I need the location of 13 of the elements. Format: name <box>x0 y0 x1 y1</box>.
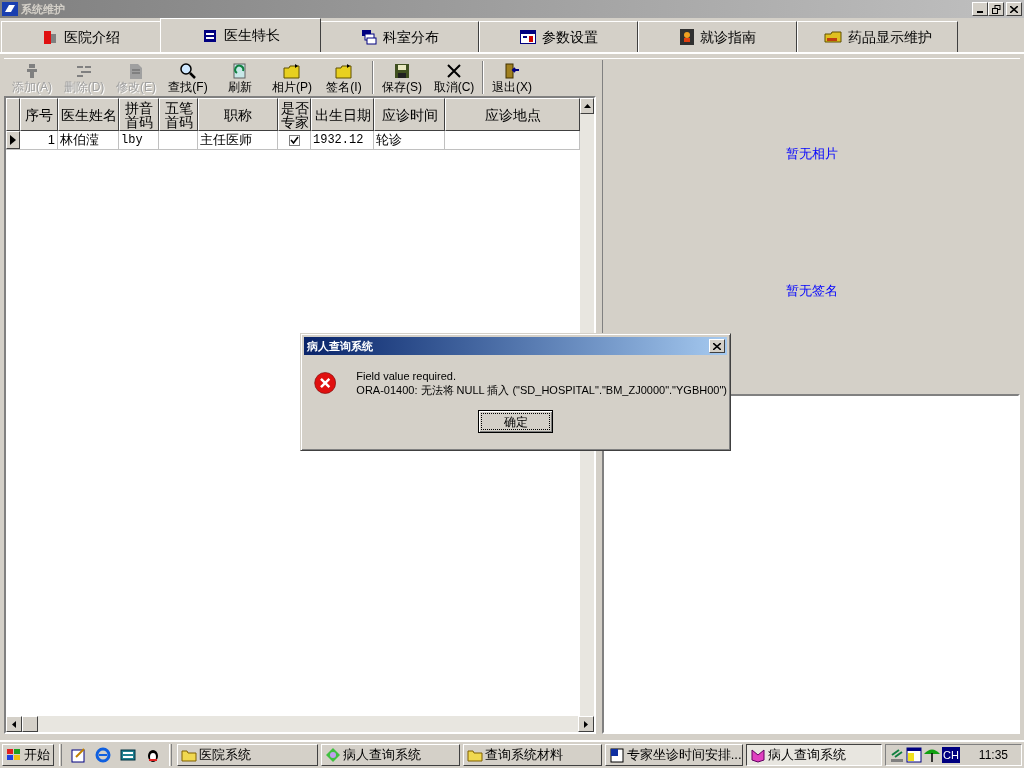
table-cell: 1 <box>47 131 55 149</box>
no-photo-label: 暂无相片 <box>785 144 838 163</box>
message-text: ORA-01400: 无法将 NULL 插入 ("SD_HOSPITAL"."BM_ZJ0000"."YGBH00") <box>356 383 727 397</box>
clock: 11:35 <box>978 747 1008 764</box>
dialog-title: 病人查询系统 <box>307 338 373 354</box>
table-cell: 林伯滢 <box>60 131 99 149</box>
no-signature-label: 暂无签名 <box>785 281 838 300</box>
table-cell: 主任医师 <box>200 131 252 149</box>
message-text: Field value required. <box>356 369 457 383</box>
table-cell: 轮诊 <box>376 131 402 149</box>
window-title: 系统维护 <box>21 1 65 17</box>
table-cell-text: lby <box>121 132 143 149</box>
table-cell-text: 1932.12 <box>313 132 364 149</box>
